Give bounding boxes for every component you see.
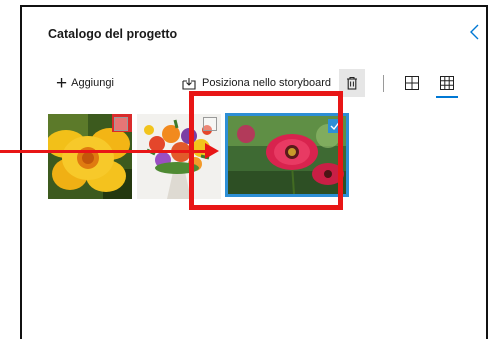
plus-icon: + xyxy=(56,72,68,94)
selection-checkbox[interactable] xyxy=(114,117,128,131)
toolbar-divider xyxy=(383,75,384,92)
callout-arrowhead xyxy=(205,143,219,159)
selection-checkbox-checked[interactable] xyxy=(328,119,342,133)
active-view-indicator xyxy=(436,96,458,98)
project-library-panel: Catalogo del progetto + Aggiungi Posizio… xyxy=(20,5,488,339)
media-thumbnail-gerbera[interactable] xyxy=(228,116,346,194)
chevron-left-icon[interactable] xyxy=(468,23,482,41)
add-button-label: Aggiungi xyxy=(71,77,114,89)
selected-thumbnail-frame xyxy=(225,113,349,197)
place-button-label: Posiziona nello storyboard xyxy=(202,77,332,89)
panel-title: Catalogo del progetto xyxy=(48,27,178,41)
callout-pointer-line xyxy=(0,150,215,153)
place-in-storyboard-button[interactable]: Posiziona nello storyboard xyxy=(182,72,331,94)
delete-button[interactable] xyxy=(339,69,365,97)
storyboard-place-icon xyxy=(182,77,196,90)
checkmark-icon xyxy=(330,122,340,131)
grid-small-icon[interactable] xyxy=(440,76,454,90)
trash-icon xyxy=(347,76,357,90)
media-thumbnail-yellow-flower[interactable] xyxy=(48,114,132,199)
grid-large-icon[interactable] xyxy=(405,76,419,90)
add-button[interactable]: + Aggiungi xyxy=(56,72,114,94)
selection-checkbox[interactable] xyxy=(203,117,217,131)
